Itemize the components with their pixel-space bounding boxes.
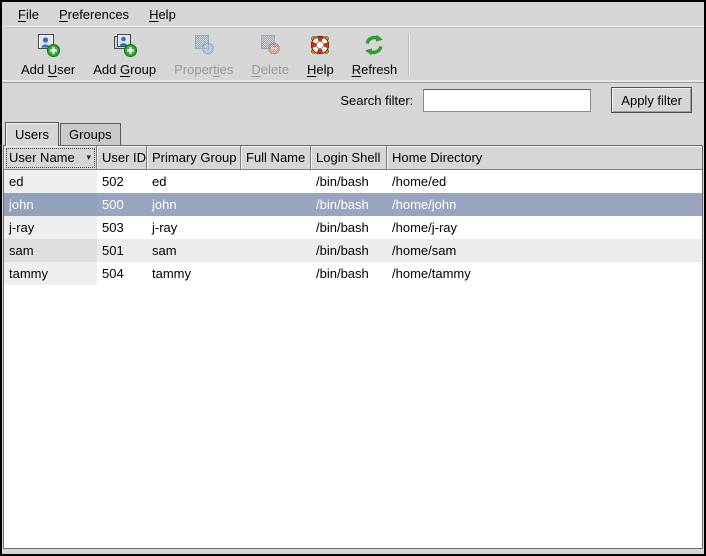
add-user-icon — [35, 32, 61, 61]
menu-bar: File Preferences Help — [2, 2, 704, 28]
column-header-login-shell[interactable]: Login Shell — [311, 146, 387, 170]
refresh-button[interactable]: Refresh — [343, 31, 407, 78]
user-manager-window: File Preferences Help Add User — [0, 0, 706, 556]
help-label: Help — [307, 62, 334, 77]
table-row-sam[interactable]: sam 501 sam /bin/bash /home/sam — [4, 239, 702, 262]
add-user-label: Add User — [21, 62, 75, 77]
refresh-icon — [361, 32, 387, 61]
column-header-user-name[interactable]: User Name ▾ — [4, 146, 97, 170]
table-row-john-selected[interactable]: john 500 john /bin/bash /home/john — [4, 193, 702, 216]
properties-label: Properties — [174, 62, 233, 77]
apply-filter-button[interactable]: Apply filter — [611, 87, 692, 113]
add-user-button[interactable]: Add User — [12, 31, 84, 78]
column-header-user-id[interactable]: User ID — [97, 146, 147, 170]
help-button[interactable]: Help — [298, 31, 343, 78]
delete-button: Delete — [242, 31, 298, 78]
properties-icon — [191, 32, 217, 61]
menu-help[interactable]: Help — [139, 3, 186, 26]
menu-file[interactable]: File — [8, 3, 49, 26]
add-group-label: Add Group — [93, 62, 156, 77]
toolbar: Add User Add Group — [2, 28, 704, 83]
table-header-row: User Name ▾ User ID Primary Group Full N… — [4, 146, 702, 170]
search-filter-input[interactable] — [423, 89, 591, 112]
add-group-icon — [112, 32, 138, 61]
tab-bar: Users Groups — [2, 117, 704, 145]
delete-icon — [257, 32, 283, 61]
users-table: User Name ▾ User ID Primary Group Full N… — [3, 145, 703, 549]
table-row-ed[interactable]: ed 502 ed /bin/bash /home/ed — [4, 170, 702, 193]
column-header-primary-group[interactable]: Primary Group — [147, 146, 241, 170]
column-header-home-directory[interactable]: Home Directory — [387, 146, 702, 170]
column-header-full-name[interactable]: Full Name — [241, 146, 311, 170]
search-filter-row: Search filter: Apply filter — [2, 83, 704, 117]
tab-users[interactable]: Users — [5, 122, 59, 146]
properties-button: Properties — [165, 31, 242, 78]
table-row-j-ray[interactable]: j-ray 503 j-ray /bin/bash /home/j-ray — [4, 216, 702, 239]
refresh-label: Refresh — [352, 62, 398, 77]
add-group-button[interactable]: Add Group — [84, 31, 165, 78]
delete-label: Delete — [251, 62, 289, 77]
search-filter-label: Search filter: — [340, 93, 413, 108]
tab-groups[interactable]: Groups — [60, 123, 121, 145]
menu-preferences[interactable]: Preferences — [49, 3, 139, 26]
toolbar-separator — [408, 34, 410, 75]
table-empty-area — [4, 285, 702, 548]
sort-descending-icon: ▾ — [80, 152, 91, 163]
table-row-tammy[interactable]: tammy 504 tammy /bin/bash /home/tammy — [4, 262, 702, 285]
help-icon — [307, 32, 333, 61]
